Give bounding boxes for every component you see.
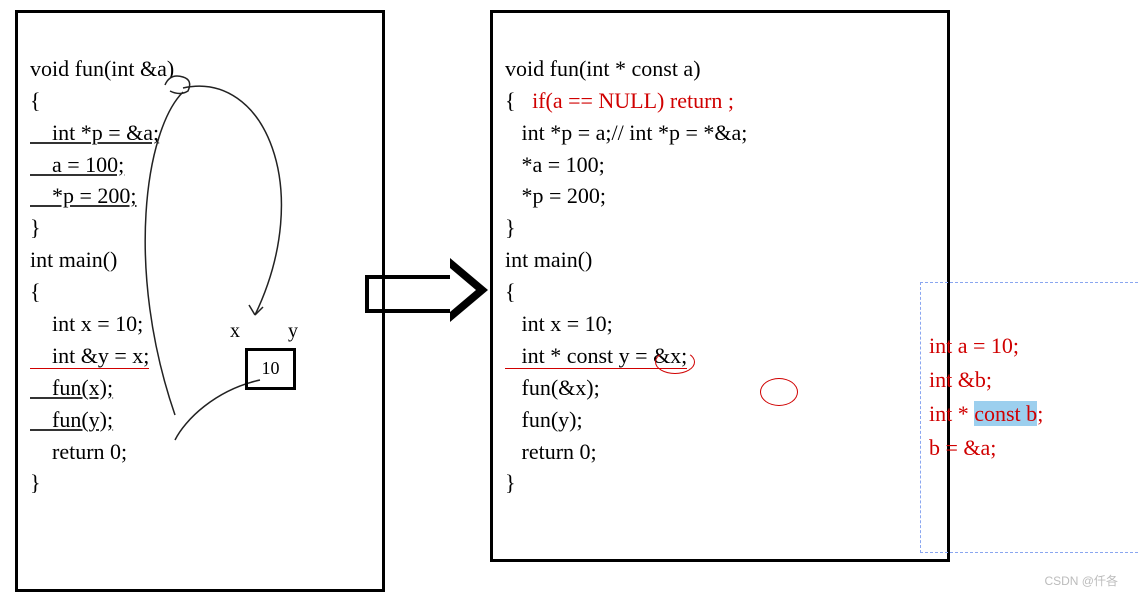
code-line: } [30,215,41,240]
code-line: int main() [30,247,117,272]
code-line: int main() [505,247,592,272]
code-line: *p = 200; [505,183,606,208]
code-line: return 0; [30,439,127,464]
note-line: b = &a; [929,435,996,460]
code-line: { [30,88,41,113]
code-line: int x = 10; [30,311,143,336]
left-code-box: void fun(int &a) { int *p = &a; a = 100;… [15,10,385,592]
code-line: void fun(int &a) [30,56,174,81]
code-line: } [505,215,516,240]
red-mark-icon [655,350,695,374]
watermark: CSDN @仟各 [1044,572,1118,589]
code-line: int *p = a;// int *p = *&a; [505,120,747,145]
code-line: int *p = &a; [30,120,159,145]
red-mark-icon [760,378,798,406]
code-line: a = 100; [30,152,124,177]
code-line: int &y = x; [30,343,149,369]
code-line: { if(a == NULL) return ; [505,88,734,113]
code-line: fun(&x); [505,375,600,400]
code-line: { [505,279,516,304]
mem-label-x: x [230,320,240,343]
code-line: fun(x); [30,375,113,400]
code-line: fun(y); [30,407,113,432]
right-code-box: void fun(int * const a) { if(a == NULL) … [490,10,950,562]
note-line: int a = 10; [929,333,1019,358]
code-line: *p = 200; [30,183,137,208]
code-line: int x = 10; [505,311,613,336]
side-note-box: int a = 10; int &b; int * const b; b = &… [920,282,1138,553]
memory-cell: 10 [245,348,296,390]
mem-label-y: y [288,320,298,343]
arrow-icon [365,260,485,320]
note-line: int &b; [929,367,992,392]
code-line: void fun(int * const a) [505,56,701,81]
code-line: } [505,470,516,495]
code-line: *a = 100; [505,152,605,177]
code-line: fun(y); [505,407,583,432]
note-line: int * const b; [929,401,1043,426]
code-line: { [30,279,41,304]
code-line: return 0; [505,439,597,464]
code-line: } [30,470,41,495]
